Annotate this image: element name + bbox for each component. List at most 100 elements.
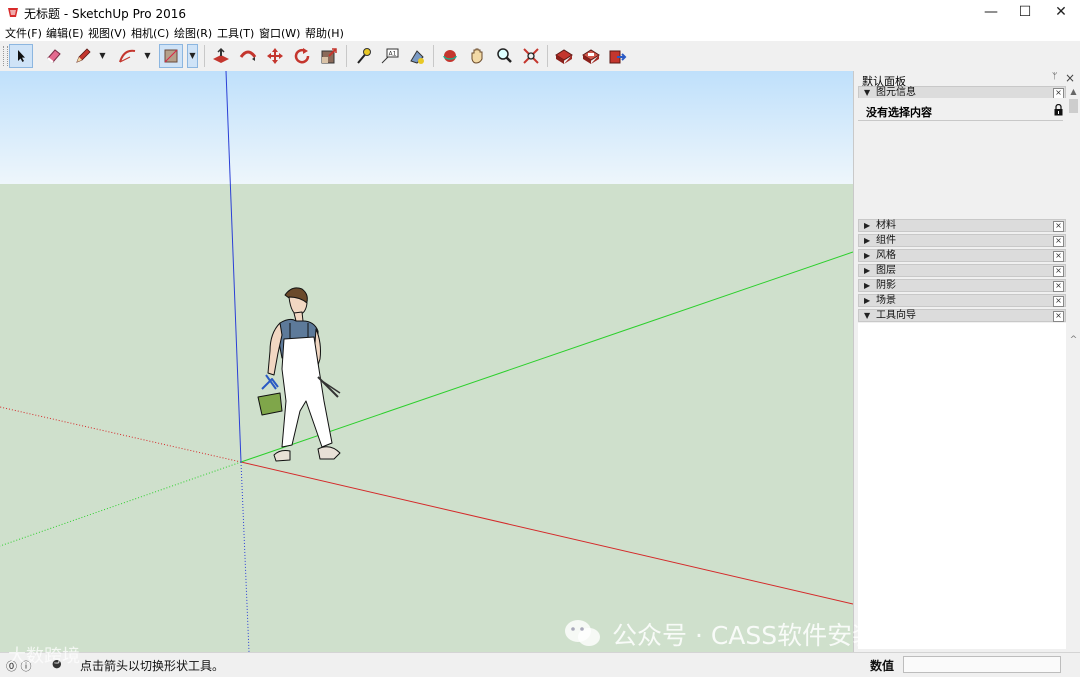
menu-draw[interactable]: 绘图(R) [174, 25, 212, 41]
move-tool-button[interactable] [263, 44, 287, 68]
menu-file[interactable]: 文件(F) [5, 25, 42, 41]
default-tray: 默认面板 ᛘ × ▼ 图元信息 × 没有选择内容 ▶ 材料 × ▶ 组件 × ▶… [853, 71, 1080, 652]
menu-tools[interactable]: 工具(T) [217, 25, 254, 41]
tape-measure-tool-button[interactable] [351, 44, 375, 68]
measurements-input[interactable] [903, 656, 1061, 673]
paint-icon [410, 50, 424, 64]
text-tool-button[interactable]: A1 [378, 44, 402, 68]
watermark-left: 大数跨境 [8, 646, 80, 667]
status-bar: ⓪ ⓘ ● 点击箭头以切换形状工具。 数值 [0, 652, 1080, 677]
sky [0, 71, 853, 184]
zoom-extents-icon [523, 48, 539, 64]
zoom-extents-tool-button[interactable] [519, 44, 543, 68]
pin-icon[interactable]: ᛘ [1052, 72, 1057, 82]
scroll-up-icon[interactable]: ^ [1068, 334, 1079, 346]
menu-help[interactable]: 帮助(H) [305, 25, 344, 41]
menu-window[interactable]: 窗口(W) [259, 25, 300, 41]
menu-camera[interactable]: 相机(C) [131, 25, 169, 41]
tray-shadows[interactable]: ▶ 阴影 × [858, 279, 1066, 292]
tray-label: 材料 [876, 220, 896, 231]
warehouse-button[interactable] [552, 44, 576, 68]
menu-bar: 文件(F) 编辑(E) 视图(V) 相机(C) 绘图(R) 工具(T) 窗口(W… [0, 24, 1080, 41]
extension-warehouse-button[interactable] [579, 44, 603, 68]
wechat-logo-icon [565, 620, 600, 646]
chevron-down-icon[interactable]: ▼ [187, 44, 198, 68]
tray-label: 风格 [876, 250, 896, 261]
pan-tool-button[interactable] [465, 44, 489, 68]
drawing-viewport[interactable] [0, 71, 853, 652]
chevron-down-icon[interactable]: ▼ [98, 50, 107, 62]
expand-arrow-icon: ▶ [864, 221, 871, 230]
select-icon [18, 50, 25, 62]
rotate-icon [294, 48, 310, 64]
expand-arrow-icon: ▶ [864, 251, 871, 260]
scene-canvas[interactable] [0, 71, 853, 652]
measurements-label: 数值 [870, 659, 895, 673]
close-icon[interactable]: × [1053, 251, 1064, 262]
chevron-down-icon[interactable]: ▼ [143, 50, 152, 62]
arc-icon [119, 49, 136, 63]
send-icon [609, 50, 627, 64]
pencil-icon [76, 48, 91, 63]
toolbar-divider [204, 45, 205, 67]
entity-info-body: 没有选择内容 [858, 98, 1066, 218]
scroll-thumb[interactable] [1069, 99, 1078, 113]
instructor-content [858, 323, 1066, 649]
close-icon[interactable]: × [1053, 221, 1064, 232]
extension-icon [582, 49, 600, 64]
tray-close-button[interactable]: × [1065, 71, 1075, 85]
toolbar-grip[interactable] [3, 46, 8, 66]
scroll-up-icon[interactable]: ▲ [1068, 86, 1079, 98]
toolbar-divider [433, 45, 434, 67]
pencil-tool-button[interactable] [71, 44, 95, 68]
select-tool-button[interactable] [9, 44, 33, 68]
tray-instructor[interactable]: ▼ 工具向导 × [858, 309, 1066, 322]
eraser-tool-button[interactable] [42, 44, 66, 68]
title-bar: 无标题 - SketchUp Pro 2016 — ☐ ✕ [0, 0, 1080, 24]
minimize-button[interactable]: — [972, 0, 1010, 24]
toolbar-divider [346, 45, 347, 67]
tray-label: 工具向导 [876, 310, 916, 321]
push-pull-icon [213, 47, 229, 63]
follow-me-tool-button[interactable] [236, 44, 260, 68]
tray-scenes[interactable]: ▶ 场景 × [858, 294, 1066, 307]
close-button[interactable]: ✕ [1042, 0, 1080, 24]
sketchup-logo-icon [8, 8, 18, 17]
close-icon[interactable]: × [1053, 281, 1064, 292]
lock-icon[interactable] [1054, 104, 1063, 116]
menu-view[interactable]: 视图(V) [88, 25, 126, 41]
toolbar-divider [547, 45, 548, 67]
svg-text:A1: A1 [389, 51, 397, 58]
close-icon[interactable]: × [1053, 236, 1064, 247]
paint-tool-button[interactable] [405, 44, 429, 68]
menu-edit[interactable]: 编辑(E) [46, 25, 84, 41]
follow-me-icon [239, 50, 257, 61]
tray-layers[interactable]: ▶ 图层 × [858, 264, 1066, 277]
tray-materials[interactable]: ▶ 材料 × [858, 219, 1066, 232]
zoom-icon [497, 48, 512, 63]
maximize-button[interactable]: ☐ [1006, 0, 1044, 24]
tray-styles[interactable]: ▶ 风格 × [858, 249, 1066, 262]
expand-arrow-icon: ▶ [864, 236, 871, 245]
expand-arrow-icon: ▶ [864, 281, 871, 290]
orbit-icon [443, 50, 457, 62]
arc-tool-button[interactable] [116, 44, 140, 68]
rotate-tool-button[interactable] [290, 44, 314, 68]
expand-arrow-icon: ▶ [864, 266, 871, 275]
close-icon[interactable]: × [1053, 266, 1064, 277]
move-icon [267, 48, 283, 64]
warehouse-icon [555, 49, 573, 64]
send-to-layout-button[interactable] [606, 44, 630, 68]
watermark-text: 公众号 · CASS软件安装管家助手 [612, 621, 978, 650]
tray-components[interactable]: ▶ 组件 × [858, 234, 1066, 247]
close-icon[interactable]: × [1053, 311, 1064, 322]
tray-scrollbar[interactable]: ▲ ^ [1068, 86, 1079, 651]
status-hint: 点击箭头以切换形状工具。 [80, 659, 225, 673]
push-pull-tool-button[interactable] [209, 44, 233, 68]
zoom-tool-button[interactable] [492, 44, 516, 68]
orbit-tool-button[interactable] [438, 44, 462, 68]
tray-label: 场景 [876, 295, 896, 306]
shape-tool-button[interactable] [159, 44, 183, 68]
close-icon[interactable]: × [1053, 296, 1064, 307]
scale-tool-button[interactable] [317, 44, 341, 68]
